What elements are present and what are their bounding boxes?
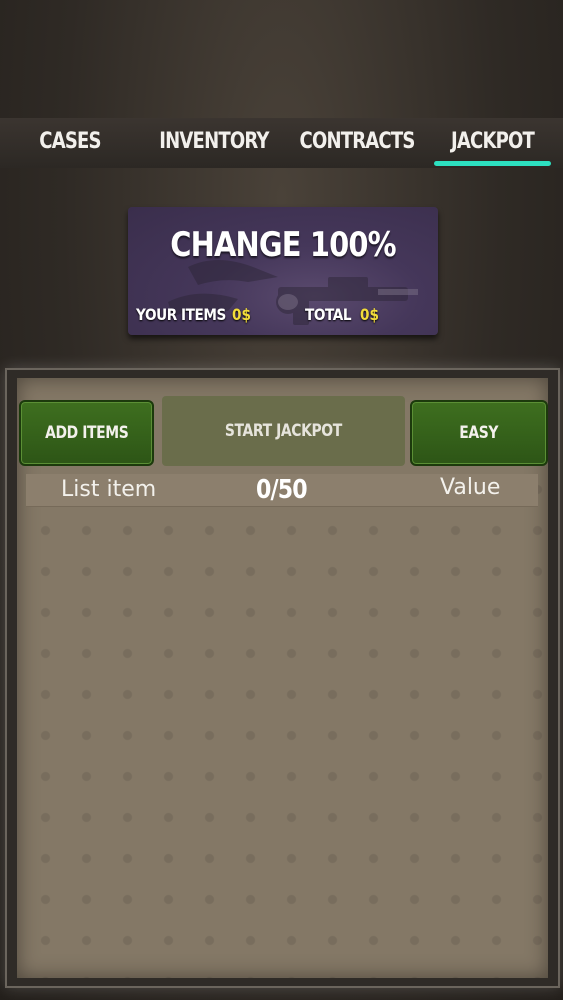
tab-inventory[interactable]: INVENTORY xyxy=(159,122,269,162)
item-list-area: ADD ITEMS START JACKPOT EASY List item 0… xyxy=(17,378,548,978)
difficulty-easy-button[interactable]: EASY xyxy=(410,400,548,466)
start-jackpot-button[interactable]: START JACKPOT xyxy=(162,396,405,466)
your-items-value: 0$ xyxy=(232,305,251,324)
item-count: 0/50 xyxy=(256,475,308,505)
tab-jackpot[interactable]: JACKPOT xyxy=(445,122,539,162)
add-items-button[interactable]: ADD ITEMS xyxy=(19,400,154,466)
your-items-label: YOUR ITEMS xyxy=(136,305,226,324)
jackpot-panel: ADD ITEMS START JACKPOT EASY List item 0… xyxy=(5,368,560,988)
total-label: TOTAL xyxy=(305,305,352,324)
difficulty-label: EASY xyxy=(459,423,499,443)
list-item-header: List item xyxy=(61,477,157,502)
tab-contracts[interactable]: CONTRACTS xyxy=(300,122,416,162)
jackpot-banner: CHANGE 100% YOUR ITEMS 0$ TOTAL 0$ xyxy=(128,207,438,335)
banner-title: CHANGE 100% xyxy=(170,225,396,265)
total-value: 0$ xyxy=(360,305,379,324)
start-jackpot-label: START JACKPOT xyxy=(224,421,342,441)
active-tab-indicator xyxy=(434,161,551,166)
tab-cases[interactable]: CASES xyxy=(29,122,111,162)
list-header: List item 0/50 Value xyxy=(26,474,538,507)
add-items-label: ADD ITEMS xyxy=(44,423,129,443)
value-header: Value xyxy=(440,475,501,500)
